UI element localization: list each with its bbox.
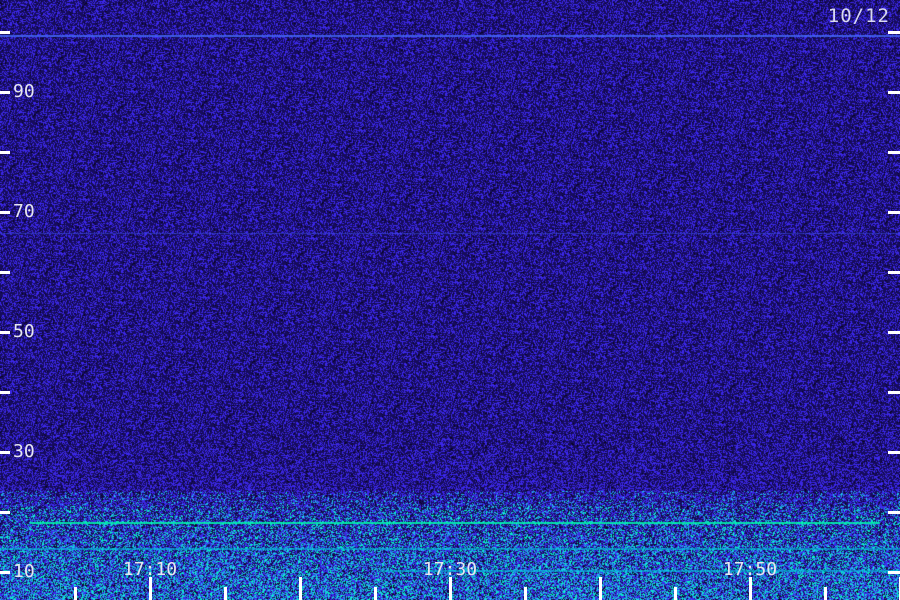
y-tick-right <box>888 211 900 214</box>
y-tick-left <box>0 571 10 574</box>
x-tick <box>749 577 752 600</box>
x-tick <box>374 587 377 600</box>
spectrogram-chart: 10/12 10 30 50 70 90 17:10 17:30 17:50 <box>0 0 900 600</box>
y-minor-tick-left <box>0 391 10 394</box>
y-minor-tick-left <box>0 511 10 514</box>
date-label: 10/12 <box>827 5 890 27</box>
y-tick-right <box>888 331 900 334</box>
x-tick <box>149 577 152 600</box>
x-tick <box>299 577 302 600</box>
y-tick-right <box>888 571 900 574</box>
x-tick <box>224 587 227 600</box>
y-minor-tick-right <box>888 31 900 34</box>
y-tick-left <box>0 91 10 94</box>
y-minor-tick-right <box>888 151 900 154</box>
y-tick-label: 30 <box>13 441 35 462</box>
y-minor-tick-right <box>888 271 900 274</box>
y-minor-tick-left <box>0 151 10 154</box>
y-minor-tick-left <box>0 31 10 34</box>
y-tick-right <box>888 91 900 94</box>
y-minor-tick-right <box>888 511 900 514</box>
x-tick-label: 17:10 <box>122 559 178 580</box>
y-tick-left <box>0 331 10 334</box>
y-tick-label: 70 <box>13 201 35 222</box>
x-tick <box>674 587 677 600</box>
y-tick-left <box>0 451 10 454</box>
y-minor-tick-left <box>0 271 10 274</box>
y-tick-label: 90 <box>13 81 35 102</box>
x-tick <box>74 587 77 600</box>
x-tick-label: 17:30 <box>422 559 478 580</box>
x-tick <box>449 577 452 600</box>
x-tick <box>524 587 527 600</box>
y-tick-label: 10 <box>13 561 35 582</box>
y-tick-label: 50 <box>13 321 35 342</box>
y-tick-left <box>0 211 10 214</box>
spectrogram-plot-area <box>0 0 900 600</box>
x-tick <box>824 587 827 600</box>
y-tick-right <box>888 451 900 454</box>
y-minor-tick-right <box>888 391 900 394</box>
x-tick-label: 17:50 <box>722 559 778 580</box>
x-tick <box>599 577 602 600</box>
